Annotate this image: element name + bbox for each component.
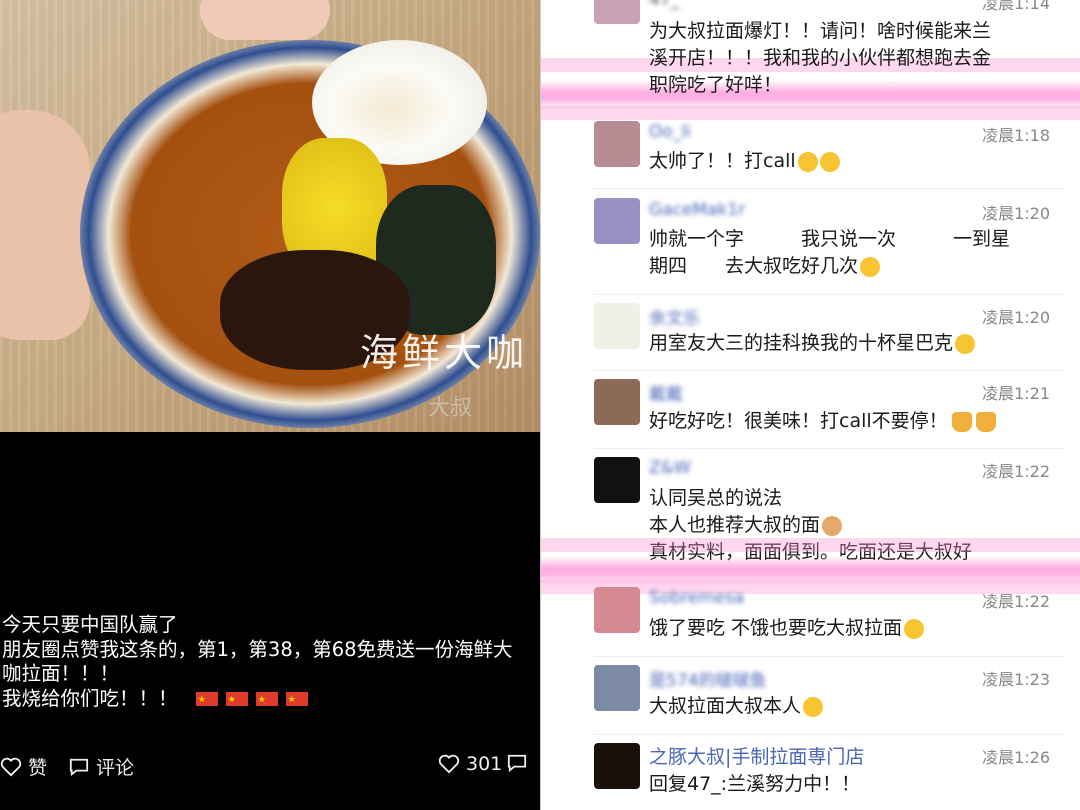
commenter-name: 47_	[649, 0, 680, 10]
divider	[594, 448, 1064, 449]
photo-overlay-title: 海鲜大咖	[360, 331, 529, 375]
hug-emoji-icon	[797, 151, 818, 172]
heart-icon	[438, 754, 460, 774]
commenter-name: Sobremesa	[649, 588, 745, 608]
comment-text: 帅就一个字 我只说一次 一到星 期四 去大叔吃好几次	[649, 228, 1011, 277]
commenter-name: 余文乐	[649, 309, 700, 329]
comment-text: 饿了要吃 不饿也要吃大叔拉面	[649, 615, 1054, 642]
comment-text: 用室友大三的挂科换我的十杯星巴克	[649, 330, 1054, 357]
post-action-bar: 赞 评论 301	[0, 742, 540, 790]
avatar	[594, 379, 640, 425]
comment-text: 好吃好吃！很美味！打call不要停！	[649, 408, 1054, 435]
avatar	[594, 121, 640, 167]
comment-time: 凌晨1:14	[982, 0, 1050, 13]
avatar	[594, 0, 640, 24]
comment-time: 凌晨1:23	[982, 670, 1050, 689]
comment-label: 评论	[96, 757, 135, 779]
avatar	[594, 457, 640, 503]
comment-text: 回复47_:兰溪努力中！！	[649, 773, 861, 795]
like-button[interactable]: 赞	[0, 753, 47, 780]
sunglasses-emoji-icon	[803, 696, 824, 717]
comment-time: 凌晨1:18	[982, 126, 1050, 145]
comment-time: 凌晨1:22	[982, 462, 1050, 481]
comments-count[interactable]	[506, 753, 528, 773]
commenter-name: 戴戴	[649, 385, 683, 405]
heart-eyes-emoji-icon	[860, 256, 881, 277]
comment-button[interactable]: 评论	[68, 753, 134, 780]
commenter-name: 是574的啵啵鱼	[649, 671, 767, 691]
drooling-emoji-icon	[904, 618, 925, 639]
caption-line: 我烧给你们吃！！！	[2, 687, 538, 713]
comment-text: 认同吴总的说法 本人也推荐大叔的面 真材实料，面面俱到。吃面还是大叔好	[649, 487, 973, 563]
divider	[594, 734, 1064, 735]
photo-overlay-subtitle: 大叔	[428, 396, 473, 421]
comment-text: 大叔拉面大叔本人	[649, 693, 1054, 720]
heart-icon	[0, 757, 22, 776]
caption-line: 朋友圈点赞我这条的，第1，第38，第68免费送一份海鲜大	[2, 637, 513, 661]
thumbs-up-icon	[951, 411, 972, 432]
hand-image	[0, 110, 90, 340]
avatar	[594, 665, 640, 711]
comment-time: 凌晨1:20	[982, 308, 1050, 327]
avatar	[594, 587, 640, 633]
caption-line: 今天只要中国队赢了	[2, 613, 178, 636]
comment-time: 凌晨1:21	[982, 384, 1050, 403]
highlight-mark	[541, 106, 1080, 120]
china-flag-icon	[195, 688, 218, 713]
china-flag-icon	[285, 688, 308, 713]
shop-logo-avatar	[594, 743, 640, 789]
commenter-name: Oo_li	[649, 122, 691, 142]
commenter-name: 之豚大叔|手制拉面専门店	[649, 746, 865, 768]
hug-emoji-icon	[819, 151, 840, 172]
comments-panel: 47_ 凌晨1:14 为大叔拉面爆灯！！请问！啥时候能来兰 溪开店！！！我和我的…	[541, 0, 1080, 810]
noodle-bowl-emoji-icon	[822, 515, 843, 536]
china-flag-icon	[225, 688, 248, 713]
highlight-mark	[541, 538, 1080, 552]
moments-post-panel: 海鲜大咖 大叔 今天只要中国队赢了 朋友圈点赞我这条的，第1，第38，第68免费…	[0, 0, 540, 810]
avatar	[594, 198, 640, 244]
comment-time: 凌晨1:22	[982, 592, 1050, 611]
comment-time: 凌晨1:26	[982, 748, 1050, 767]
comment-text: 太帅了！！打call	[649, 148, 1054, 175]
caption-line: 咖拉面！！！	[2, 662, 120, 685]
china-flag-emojis	[195, 688, 308, 713]
comment-icon	[507, 754, 527, 773]
divider	[594, 294, 1064, 295]
hand-image	[200, 0, 330, 40]
thumbs-up-icon	[975, 411, 996, 432]
comment-icon	[69, 758, 89, 776]
divider	[594, 188, 1064, 189]
smile-emoji-icon	[955, 333, 976, 354]
divider	[594, 370, 1064, 371]
commenter-name: Z&W	[649, 458, 691, 478]
avatar	[594, 303, 640, 349]
china-flag-icon	[255, 688, 278, 713]
like-label: 赞	[28, 757, 48, 779]
ramen-photo[interactable]: 海鲜大咖 大叔	[0, 0, 540, 432]
likes-count[interactable]: 301	[438, 753, 502, 775]
commenter-name: GaceMak1r	[649, 200, 746, 220]
comment-text: 为大叔拉面爆灯！！请问！啥时候能来兰 溪开店！！！我和我的小伙伴都想跑去金 职院…	[649, 20, 992, 96]
likes-count-value: 301	[466, 753, 503, 775]
divider	[594, 656, 1064, 657]
comment-time: 凌晨1:20	[982, 204, 1050, 223]
post-caption: 今天只要中国队赢了 朋友圈点赞我这条的，第1，第38，第68免费送一份海鲜大 咖…	[2, 613, 538, 713]
